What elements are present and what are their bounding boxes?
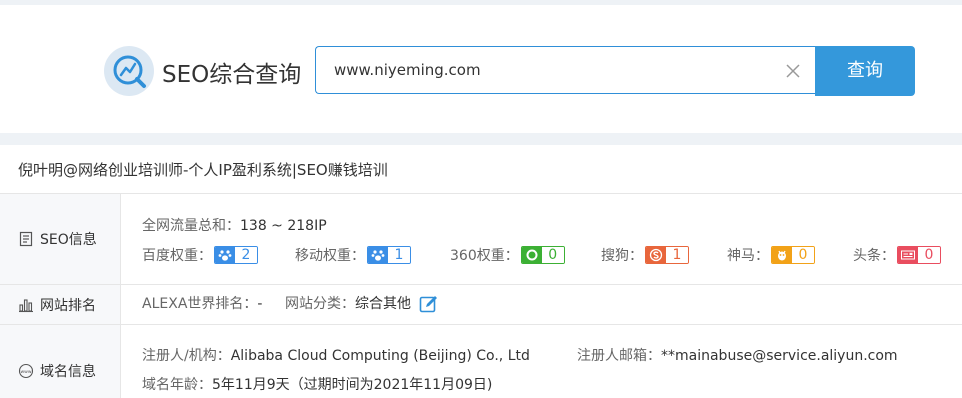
- document-icon: [18, 231, 34, 247]
- traffic-value: 138 ~ 218IP: [240, 218, 327, 234]
- age-label: 域名年龄：: [142, 377, 212, 393]
- metric-value: 1: [666, 247, 688, 263]
- results-panel: 倪叶明@网络创业培训师-个人IP盈利系统|SEO赚钱培训 SEO信息 全网流量总…: [0, 145, 962, 398]
- baidu-weight[interactable]: 百度权重： 2: [142, 245, 258, 265]
- traffic-label: 全网流量总和：: [142, 218, 240, 234]
- registrant: 注册人/机构：Alibaba Cloud Computing (Beijing)…: [142, 345, 530, 365]
- seo-info-label: SEO信息: [18, 229, 97, 249]
- registrant-email: 注册人邮箱：**mainabuse@service.aliyun.com: [577, 345, 898, 365]
- category-label: 网站分类：: [285, 296, 355, 312]
- domain-age: 域名年龄：5年11月9天（过期时间为2021年11月09日): [142, 374, 492, 394]
- divider: [0, 193, 962, 194]
- metric-label: 神马：: [727, 248, 769, 264]
- 360-weight[interactable]: 360权重： 0: [450, 245, 565, 265]
- search-header: SEO综合查询 查询: [0, 5, 962, 133]
- ranking-label: 网站排名: [18, 295, 96, 315]
- www-globe-icon: www: [18, 363, 34, 379]
- baidu-paw-icon: [215, 247, 235, 263]
- metric-value: 0: [918, 247, 940, 263]
- metric-value: 1: [388, 247, 410, 263]
- email-label: 注册人邮箱：: [577, 348, 661, 364]
- email-value: **mainabuse@service.aliyun.com: [661, 348, 898, 364]
- sogou-weight[interactable]: 搜狗： 1: [601, 245, 689, 265]
- shenma-weight[interactable]: 神马： 0: [727, 245, 815, 265]
- traffic-total: 全网流量总和：138 ~ 218IP: [142, 215, 327, 235]
- clear-icon[interactable]: [786, 63, 800, 78]
- age-value: 5年11月9天（过期时间为2021年11月09日): [212, 377, 493, 393]
- search-box: [315, 46, 815, 94]
- seo-info-label-text: SEO信息: [40, 232, 97, 248]
- search-input[interactable]: [334, 47, 774, 93]
- metric-label: 移动权重：: [295, 248, 365, 264]
- registrant-label: 注册人/机构：: [142, 348, 231, 364]
- divider: [0, 284, 962, 285]
- svg-text:www: www: [20, 370, 31, 375]
- metric-value: 0: [541, 247, 564, 263]
- metric-value: 2: [235, 247, 257, 263]
- metric-value: 0: [792, 247, 814, 263]
- registrant-value: Alibaba Cloud Computing (Beijing) Co., L…: [230, 348, 530, 364]
- seo-logo-icon: [104, 46, 154, 96]
- divider: [0, 324, 962, 325]
- category-value: 综合其他: [355, 296, 411, 312]
- metric-label: 百度权重：: [142, 248, 212, 264]
- section-gap: [0, 133, 962, 145]
- logo-title: SEO综合查询: [162, 62, 302, 88]
- metric-label: 360权重：: [450, 248, 519, 264]
- site-title: 倪叶明@网络创业培训师-个人IP盈利系统|SEO赚钱培训: [18, 161, 388, 179]
- sogou-icon: [646, 247, 666, 263]
- toutiao-icon: [898, 247, 918, 263]
- ranking-label-text: 网站排名: [40, 298, 96, 314]
- alexa-label: ALEXA世界排名：: [142, 296, 258, 312]
- metric-label: 头条：: [853, 248, 895, 264]
- alexa-rank: ALEXA世界排名：-: [142, 293, 262, 313]
- 360-icon: [521, 247, 542, 263]
- edit-icon[interactable]: [419, 294, 439, 314]
- toutiao-weight[interactable]: 头条： 0: [853, 245, 941, 265]
- mobile-weight[interactable]: 移动权重： 1: [295, 245, 411, 265]
- shenma-icon: [772, 247, 792, 263]
- bar-chart-icon: [18, 297, 34, 313]
- alexa-value: -: [257, 296, 263, 312]
- domain-label-text: 域名信息: [40, 364, 96, 380]
- search-button[interactable]: 查询: [815, 46, 915, 96]
- site-category: 网站分类：综合其他: [285, 293, 439, 314]
- baidu-paw-icon: [368, 247, 388, 263]
- metric-label: 搜狗：: [601, 248, 643, 264]
- domain-label: www 域名信息: [18, 361, 96, 381]
